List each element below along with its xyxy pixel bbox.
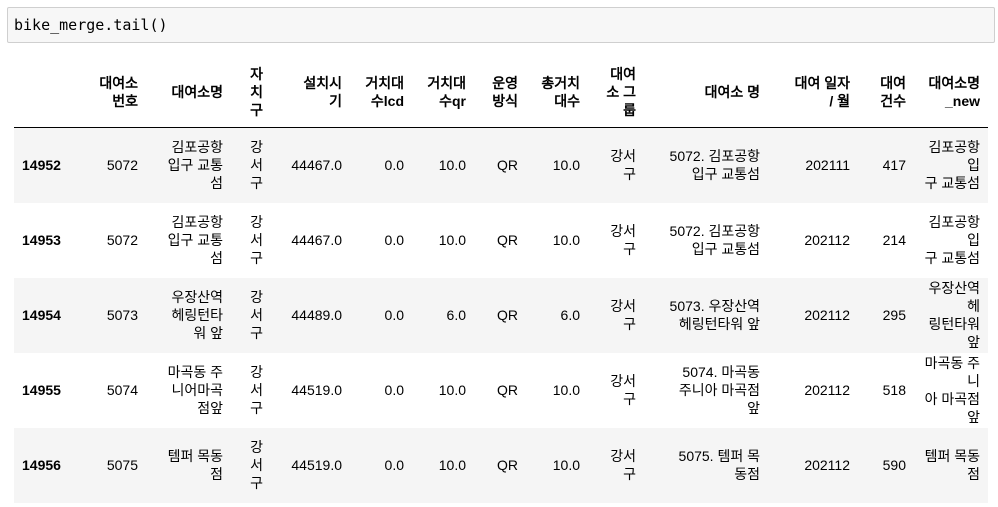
- column-header: 총거치 대수: [526, 56, 588, 128]
- table-cell: 10.0: [552, 457, 580, 473]
- table-cell: 강서구: [250, 139, 263, 192]
- table-cell: QR: [497, 382, 518, 398]
- column-header: 대여소 명: [644, 56, 768, 128]
- table-cell: 202112: [804, 457, 850, 473]
- table-cell: 강서구: [610, 373, 636, 407]
- table-cell: 5072. 김포공항 입구 교통섬: [669, 148, 760, 183]
- table-cell: 0.0: [384, 382, 404, 398]
- dataframe-table: 대여소 번호 대여소명 자 치 구 설치시 기 거치대 수lcd 거치대 수qr 운영 방식 총거치 대수 대여…: [14, 56, 988, 503]
- table-row: 14952 5072 김포공항 입구 교통 섬 강 서 구 44467.0 0.0 10.0 QR 10…: [14, 127, 988, 203]
- table-cell: 강서구: [250, 364, 263, 416]
- table-cell: 44519.0: [291, 457, 342, 473]
- table-cell: 우장산역 헤 링턴타워 앞: [928, 280, 980, 350]
- table-cell: 김포공항입구 교통섬: [167, 214, 223, 266]
- table-cell: 202112: [804, 307, 850, 323]
- table-body: 14952 5072 김포공항 입구 교통 섬 강 서 구 44467.0 0.0 10.0 QR 10…: [14, 127, 988, 503]
- table-cell: 강서구: [250, 289, 263, 341]
- table-row: 14954 5073 우장산역 헤링턴타 워 앞 강 서 구 44489.0 0.0 6.0 QR 6.…: [14, 277, 988, 353]
- table-cell: 강서구: [610, 448, 636, 482]
- table-row: 14956 5075 템퍼 목동 점 강 서 구 44519.0 0.0 10.0 QR 10.0 강서…: [14, 427, 988, 503]
- table-cell: 44519.0: [291, 382, 342, 398]
- table-cell: 0.0: [384, 457, 404, 473]
- table-cell: 5073. 우장산역 헤링턴타워 앞: [669, 298, 760, 332]
- table-cell: 5073: [106, 307, 138, 323]
- column-header: 대여 건수: [858, 56, 914, 128]
- table-cell: 6.0: [560, 307, 580, 323]
- table-cell: 템퍼 목동점: [167, 448, 223, 482]
- table-cell: 김포공항입구 교통섬: [924, 139, 980, 192]
- table-cell: 5075: [106, 457, 138, 473]
- table-cell: 10.0: [552, 232, 580, 248]
- table-row: 14955 5074 마곡동 주 니어마곡 점앞 강 서 구 44519.0 0.0 10.0 QR 1…: [14, 353, 988, 428]
- row-index: 14955: [22, 382, 61, 398]
- table-cell: 44489.0: [291, 307, 342, 323]
- table-cell: 김포공항입구 교통섬: [167, 139, 223, 192]
- header-row: 대여소 번호 대여소명 자 치 구 설치시 기 거치대 수lcd 거치대 수qr 운영 방식 총거치 대수 대여…: [14, 56, 988, 128]
- table-cell: QR: [497, 307, 518, 323]
- table-cell: 0.0: [384, 232, 404, 248]
- table-cell: 202112: [804, 232, 850, 248]
- table-cell: 44467.0: [291, 232, 342, 248]
- table-cell: QR: [497, 232, 518, 248]
- table-cell: 강서구: [610, 148, 636, 183]
- code-text: bike_merge.tail(): [14, 16, 168, 34]
- table-cell: 강서구: [610, 298, 636, 332]
- column-header: 대여소명: [146, 56, 231, 128]
- column-header: 거치대 수lcd: [350, 56, 412, 128]
- table-cell: 417: [882, 157, 906, 174]
- table-cell: 마곡동 주니 아 마곡점 앞: [924, 355, 980, 425]
- table-cell: 10.0: [438, 232, 466, 248]
- column-header: 설치시 기: [271, 56, 350, 128]
- row-index: 14952: [22, 157, 61, 174]
- table-cell: 295: [882, 307, 906, 323]
- table-cell: 10.0: [438, 457, 466, 473]
- table-cell: 518: [882, 382, 906, 398]
- column-header: 대여소명 _new: [914, 56, 988, 128]
- table-cell: 0.0: [384, 307, 404, 323]
- column-header: 거치대 수qr: [412, 56, 474, 128]
- table-cell: 5072: [106, 232, 138, 248]
- column-header: 대여소 번호: [76, 56, 146, 128]
- index-header: [14, 56, 76, 128]
- table-cell: 5072. 김포공항 입구 교통섬: [669, 223, 760, 257]
- row-index: 14954: [22, 307, 61, 323]
- table-cell: 202112: [804, 382, 850, 398]
- table-cell: 590: [882, 457, 906, 473]
- table-cell: 강서구: [610, 223, 636, 257]
- column-header: 대여 소 그룹: [588, 56, 644, 128]
- table-cell: 템퍼 목동점: [924, 448, 980, 482]
- table-cell: 강서구: [250, 214, 263, 266]
- table-cell: 5075. 템퍼 목 동점: [678, 448, 760, 482]
- column-header: 자치구: [231, 56, 271, 128]
- table-cell: 5074. 마곡동 주니아 마곡점 앞: [678, 364, 760, 416]
- column-header: 운영 방식: [474, 56, 526, 128]
- table-cell: 214: [882, 232, 906, 248]
- table-row: 14953 5072 김포공항 입구 교통 섬 강 서 구 44467.0 0.0 10.0 QR 10…: [14, 203, 988, 278]
- column-header: 대여 일자 / 월: [768, 56, 858, 128]
- table-cell: 202111: [805, 157, 850, 174]
- table-cell: QR: [497, 457, 518, 473]
- table-cell: 10.0: [552, 157, 580, 174]
- code-cell-input[interactable]: bike_merge.tail(): [7, 7, 995, 43]
- table-cell: 10.0: [438, 382, 466, 398]
- table-cell: 강서구: [250, 439, 263, 491]
- table-cell: 6.0: [446, 307, 466, 323]
- row-index: 14956: [22, 457, 61, 473]
- table-cell: 0.0: [384, 157, 404, 174]
- table-cell: 5074: [106, 382, 138, 398]
- table-cell: QR: [497, 157, 518, 174]
- table-cell: 김포공항입구 교통섬: [924, 214, 980, 266]
- row-index: 14953: [22, 232, 61, 248]
- table-cell: 10.0: [438, 157, 466, 174]
- table-cell: 마곡동 주 니어마곡 점앞: [167, 364, 223, 416]
- table-cell: 10.0: [552, 382, 580, 398]
- table-cell: 5072: [106, 157, 138, 174]
- table-cell: 44467.0: [291, 157, 342, 174]
- dataframe-output: 대여소 번호 대여소명 자 치 구 설치시 기 거치대 수lcd 거치대 수qr 운영 방식 총거치 대수 대여…: [14, 56, 988, 503]
- table-cell: 우장산역 헤링턴타 워 앞: [171, 289, 223, 341]
